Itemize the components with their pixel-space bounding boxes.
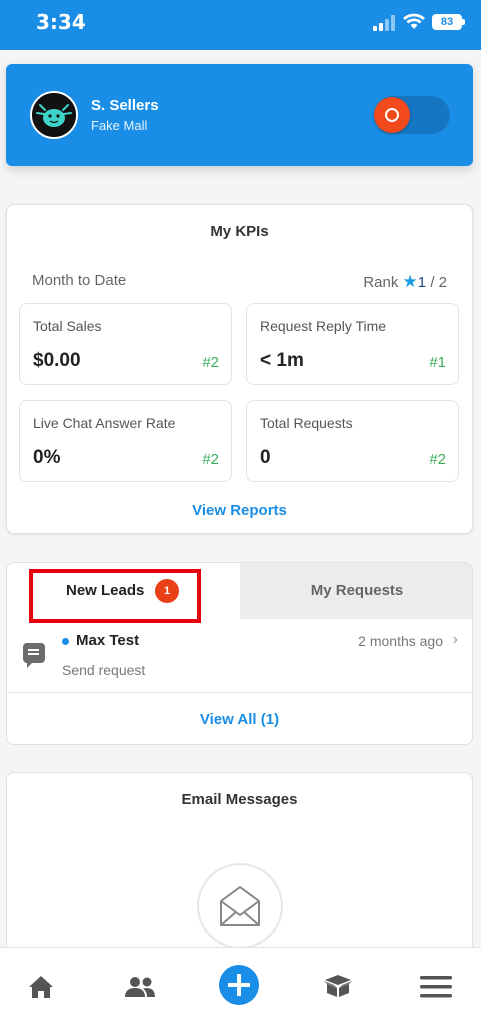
kpi-rank-badge: #1 <box>429 354 446 371</box>
profile-card: S. Sellers Fake Mall <box>6 64 473 166</box>
kpi-rank: Rank ★1 / 2 <box>363 272 447 292</box>
lead-time: 2 months ago <box>358 633 443 649</box>
availability-toggle[interactable] <box>374 96 450 134</box>
divider <box>7 692 472 693</box>
new-leads-badge: 1 <box>155 579 179 603</box>
envelope-icon <box>220 886 260 926</box>
rank-total: / 2 <box>430 274 447 291</box>
unread-dot-icon <box>62 638 69 645</box>
kpi-value: 0 <box>260 447 271 468</box>
battery-icon: 83 <box>432 14 465 30</box>
kpi-label: Request Reply Time <box>260 318 387 334</box>
avatar[interactable] <box>30 91 78 139</box>
add-icon <box>228 974 250 996</box>
nav-menu[interactable] <box>406 948 466 1018</box>
kpi-value: $0.00 <box>33 350 81 371</box>
kpi-rank-badge: #2 <box>202 451 219 468</box>
menu-icon <box>420 976 452 998</box>
lead-name: Max Test <box>76 632 140 649</box>
kpi-request-reply-time[interactable]: Request Reply Time < 1m #1 <box>246 303 459 385</box>
envelope-icon-circle <box>197 863 283 949</box>
chevron-right-icon: › <box>452 631 458 648</box>
kpi-rank-badge: #2 <box>202 354 219 371</box>
avatar-image-icon <box>32 93 76 137</box>
kpi-value: < 1m <box>260 350 304 371</box>
tab-new-leads[interactable]: New Leads 1 <box>7 563 240 623</box>
lead-subtitle: Send request <box>62 662 146 678</box>
rank-label: Rank <box>363 274 399 291</box>
profile-store: Fake Mall <box>91 118 148 133</box>
kpi-rank-badge: #2 <box>429 451 446 468</box>
kpi-title: My KPIs <box>210 223 269 240</box>
kpi-live-chat-answer-rate[interactable]: Live Chat Answer Rate 0% #2 <box>19 400 232 482</box>
status-bar: 3:34 83 <box>0 0 481 50</box>
add-button[interactable] <box>219 965 259 1005</box>
signal-icon <box>373 15 395 31</box>
kpi-label: Total Requests <box>260 415 353 431</box>
kpi-period: Month to Date <box>32 272 127 289</box>
home-icon <box>29 976 53 998</box>
email-title: Email Messages <box>181 791 298 808</box>
profile-name: S. Sellers <box>91 97 159 114</box>
box-icon <box>324 975 352 997</box>
bottom-nav <box>0 947 481 1018</box>
nav-home[interactable] <box>12 948 72 1018</box>
tab-label: New Leads <box>66 582 145 599</box>
star-icon: ★ <box>402 272 418 291</box>
view-reports-link[interactable]: View Reports <box>7 502 472 519</box>
nav-people[interactable] <box>110 948 170 1018</box>
kpi-value: 0% <box>33 447 61 468</box>
message-icon <box>23 643 45 668</box>
toggle-knob <box>374 97 410 133</box>
leads-card: New Leads 1 My Requests Max Test 2 month… <box>6 562 473 745</box>
nav-products[interactable] <box>308 948 368 1018</box>
tab-my-requests[interactable]: My Requests <box>240 563 472 619</box>
status-time: 3:34 <box>36 10 86 34</box>
kpi-label: Total Sales <box>33 318 102 334</box>
wifi-icon <box>403 13 425 29</box>
kpi-total-sales[interactable]: Total Sales $0.00 #2 <box>19 303 232 385</box>
people-icon <box>125 977 155 997</box>
kpi-total-requests[interactable]: Total Requests 0 #2 <box>246 400 459 482</box>
view-all-link[interactable]: View All (1) <box>7 711 472 728</box>
kpi-label: Live Chat Answer Rate <box>33 415 176 431</box>
rank-value: 1 <box>417 274 427 291</box>
kpi-card: My KPIs Month to Date Rank ★1 / 2 Total … <box>6 204 473 534</box>
